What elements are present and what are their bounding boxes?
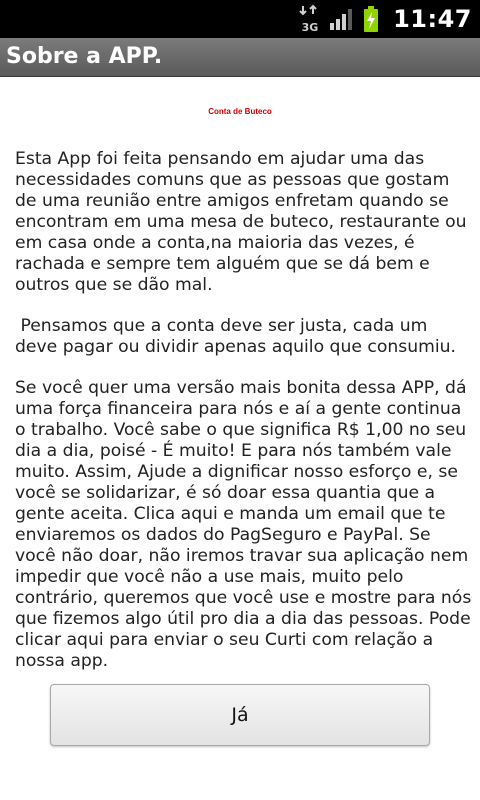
status-icons: 3G 11:47 — [299, 0, 472, 38]
about-content: Conta de Buteco Esta App foi feita pensa… — [0, 77, 480, 800]
title-bar: Sobre a APP. — [0, 38, 480, 77]
about-paragraph-intro: Esta App foi feita pensando em ajudar um… — [15, 149, 467, 295]
status-bar: 3G 11:47 — [0, 0, 480, 38]
status-clock: 11:47 — [393, 5, 472, 33]
about-paragraph-donation[interactable]: Se você quer uma versão mais bonita dess… — [15, 378, 473, 672]
signal-bars-icon — [329, 8, 355, 30]
about-text: Esta App foi feita pensando em ajudar um… — [15, 149, 473, 692]
about-paragraph-fairness: Pensamos que a conta deve ser justa, cad… — [15, 316, 456, 357]
ja-button[interactable]: Já — [50, 684, 430, 746]
battery-charging-icon — [363, 6, 379, 32]
page-title: Sobre a APP. — [6, 44, 163, 69]
network-type-label: 3G — [302, 21, 319, 34]
app-name-label: Conta de Buteco — [208, 107, 272, 116]
data-arrows-icon: 3G — [299, 4, 321, 34]
